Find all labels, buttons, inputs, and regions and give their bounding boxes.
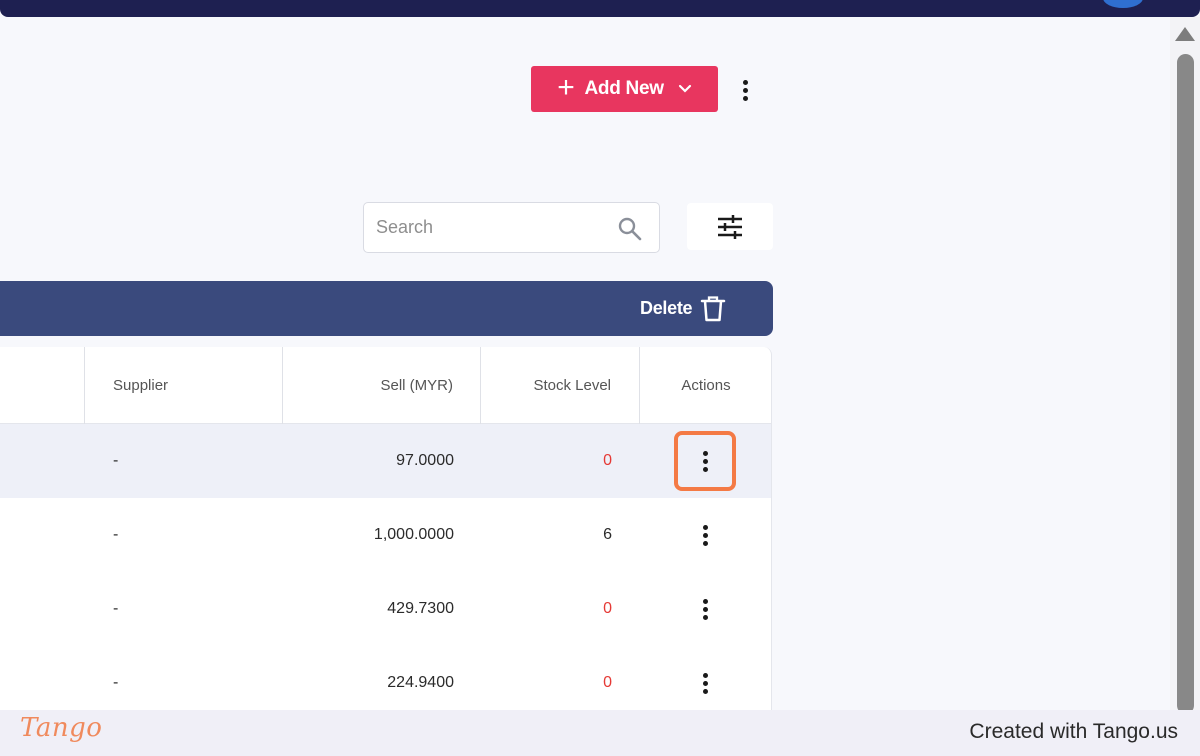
scroll-up-arrow-icon[interactable] (1175, 27, 1195, 41)
delete-label: Delete (640, 298, 693, 318)
sell-cell: 429.7300 (387, 600, 454, 617)
row-actions-icon[interactable] (700, 673, 710, 694)
tango-logo: Tango (20, 713, 103, 743)
stock-level-cell: 0 (603, 674, 612, 691)
table-row[interactable]: - 224.9400 0 (0, 646, 771, 710)
trash-icon (700, 295, 726, 321)
stock-level-cell: 0 (603, 600, 612, 617)
column-header-hidden (0, 347, 85, 424)
stock-level-cell: 6 (603, 526, 612, 543)
stock-level-cell: 0 (603, 452, 612, 469)
column-header-actions: Actions (681, 377, 731, 394)
table-row[interactable]: - 429.7300 0 (0, 572, 771, 646)
column-header-sell[interactable]: Sell (MYR) (283, 347, 481, 424)
sell-cell: 97.0000 (396, 452, 454, 469)
row-actions-icon[interactable] (700, 525, 710, 546)
plus-icon: + (557, 71, 575, 104)
supplier-cell: - (113, 674, 119, 691)
row-actions-icon[interactable] (700, 599, 710, 620)
click-highlight-box (674, 431, 736, 491)
supplier-cell: - (113, 600, 119, 617)
filter-button[interactable] (687, 203, 773, 250)
table-row[interactable]: - 97.0000 0 (0, 424, 771, 498)
top-app-bar (0, 0, 1200, 17)
created-with-text: Created with Tango.us (969, 720, 1178, 743)
search-field[interactable] (363, 202, 660, 253)
search-icon[interactable] (617, 216, 643, 242)
supplier-cell: - (113, 452, 119, 469)
table-header-row: Supplier Sell (MYR) Stock Level Actions (0, 347, 771, 424)
column-header-supplier[interactable]: Supplier (85, 347, 283, 424)
search-input[interactable] (376, 203, 606, 252)
chevron-down-icon (678, 84, 691, 93)
column-header-stock-level[interactable]: Stock Level (481, 347, 640, 424)
filter-sliders-icon (718, 214, 742, 239)
supplier-cell: - (113, 526, 119, 543)
scrollbar-thumb[interactable] (1177, 54, 1194, 714)
add-new-button[interactable]: + Add New (531, 66, 718, 112)
table-row[interactable]: - 1,000.0000 6 (0, 498, 771, 572)
more-options-icon[interactable] (740, 80, 750, 101)
sell-cell: 224.9400 (387, 674, 454, 691)
delete-button[interactable]: Delete (640, 281, 726, 336)
add-new-label: Add New (584, 78, 664, 99)
products-table: Supplier Sell (MYR) Stock Level Actions … (0, 347, 772, 710)
sell-cell: 1,000.0000 (373, 526, 454, 543)
